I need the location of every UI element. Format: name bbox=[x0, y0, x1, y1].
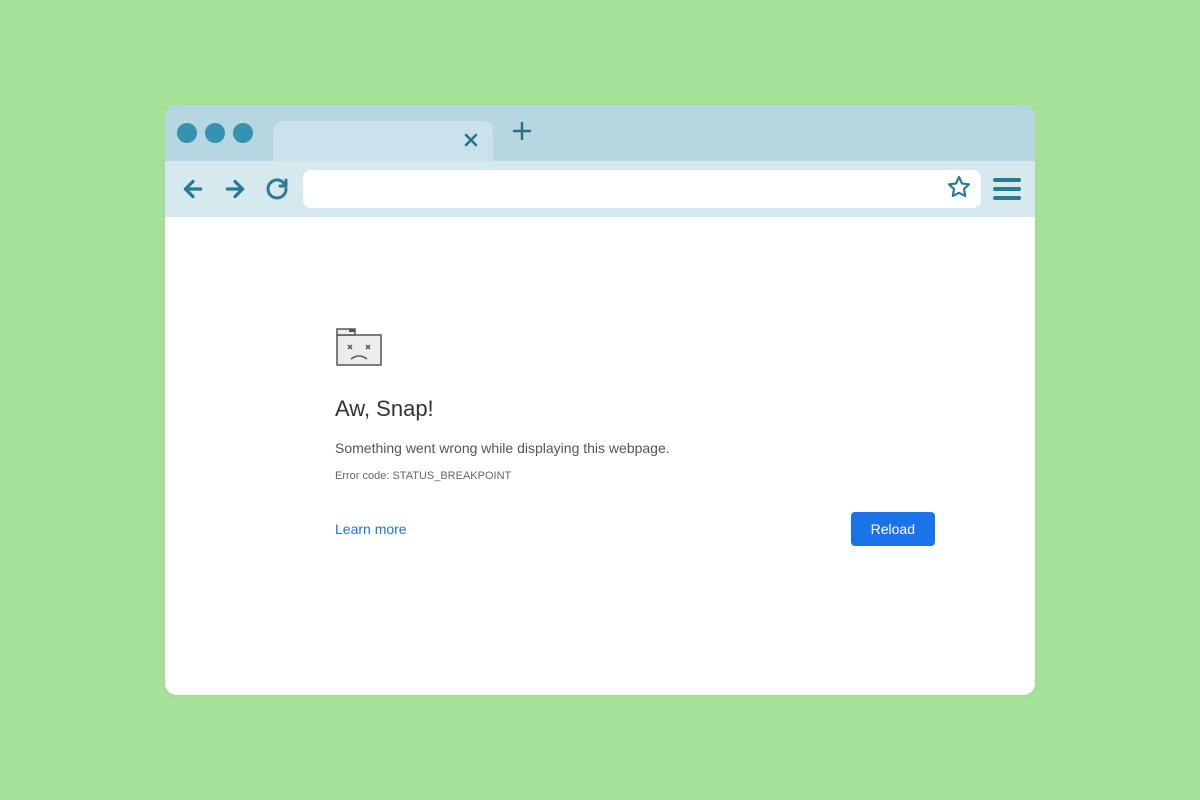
learn-more-link[interactable]: Learn more bbox=[335, 521, 407, 537]
url-bar[interactable] bbox=[303, 170, 981, 208]
menu-icon[interactable] bbox=[991, 173, 1023, 205]
reload-button[interactable]: Reload bbox=[851, 512, 935, 546]
window-controls bbox=[177, 123, 253, 143]
window-dot[interactable] bbox=[205, 123, 225, 143]
close-tab-icon[interactable] bbox=[463, 128, 479, 154]
action-row: Learn more Reload bbox=[335, 512, 935, 546]
window-dot[interactable] bbox=[233, 123, 253, 143]
window-dot[interactable] bbox=[177, 123, 197, 143]
toolbar bbox=[165, 161, 1035, 217]
browser-tab[interactable] bbox=[273, 121, 493, 161]
error-code: Error code: STATUS_BREAKPOINT bbox=[335, 470, 865, 482]
forward-button[interactable] bbox=[219, 173, 251, 205]
new-tab-icon[interactable] bbox=[511, 117, 533, 149]
error-title: Aw, Snap! bbox=[335, 396, 865, 422]
bookmark-star-icon[interactable] bbox=[947, 175, 971, 204]
tab-bar bbox=[165, 105, 1035, 161]
error-message: Something went wrong while displaying th… bbox=[335, 440, 865, 456]
reload-icon-button[interactable] bbox=[261, 173, 293, 205]
browser-window: Aw, Snap! Something went wrong while dis… bbox=[165, 105, 1035, 695]
page-content: Aw, Snap! Something went wrong while dis… bbox=[165, 217, 1035, 695]
back-button[interactable] bbox=[177, 173, 209, 205]
sad-folder-icon bbox=[335, 327, 865, 372]
